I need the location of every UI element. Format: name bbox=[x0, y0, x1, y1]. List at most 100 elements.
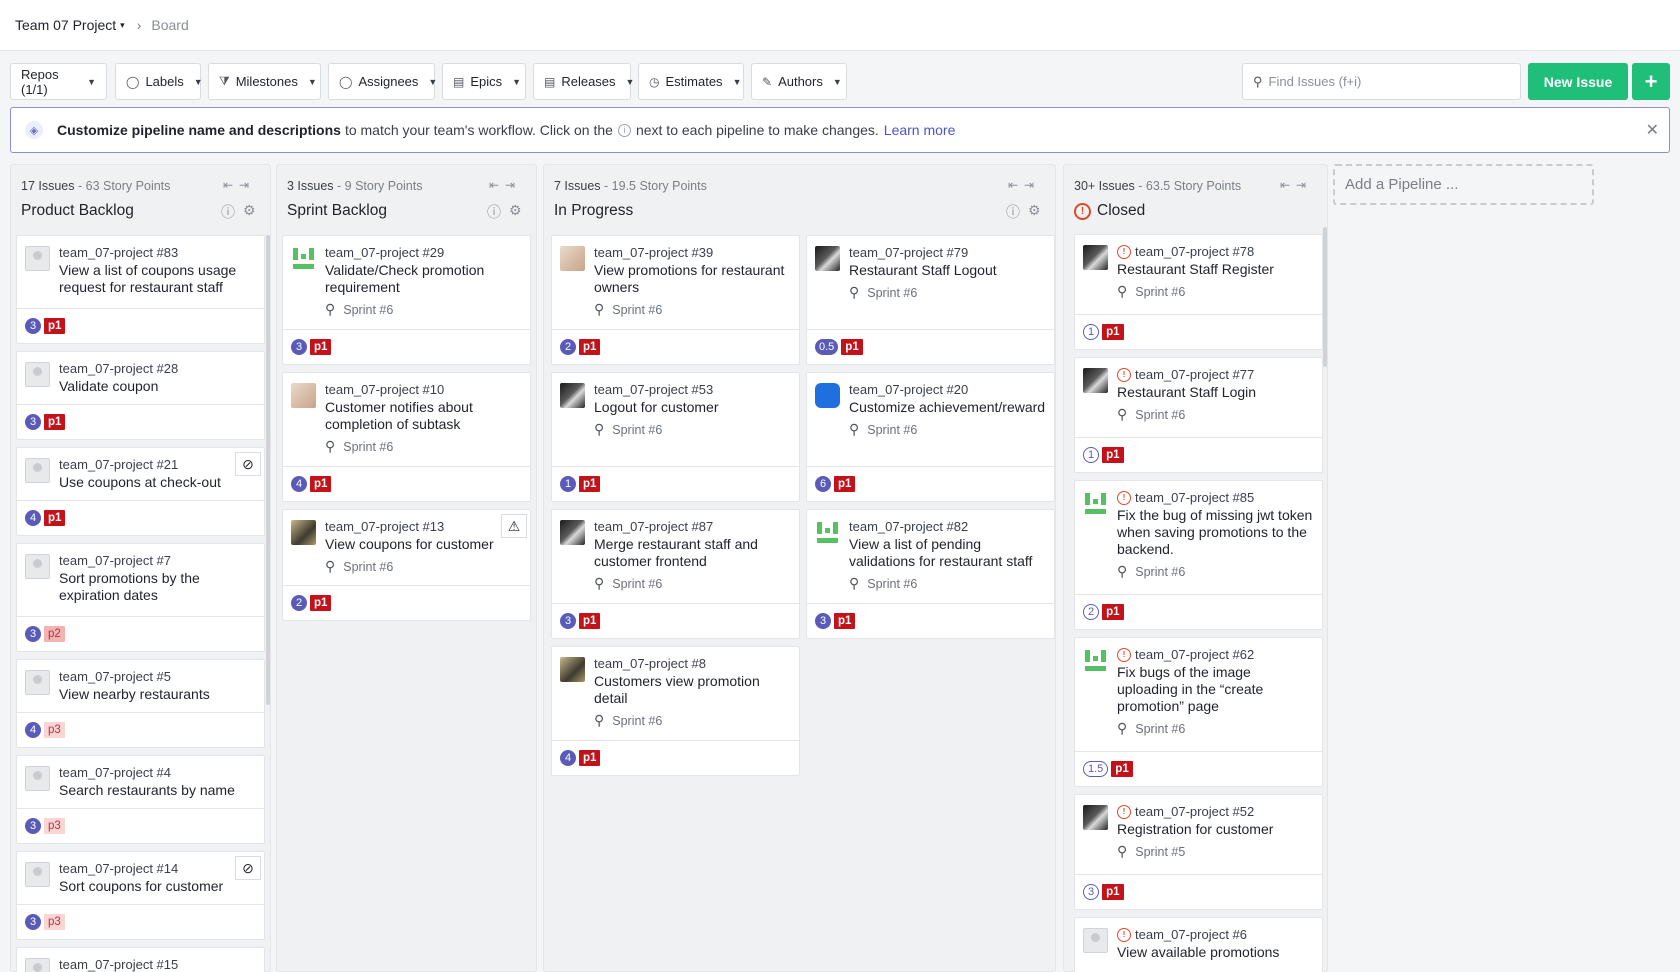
pipeline-settings: ⓘ ⚙ bbox=[221, 202, 256, 222]
issue-card[interactable]: team_07-project #83 View a list of coupo… bbox=[16, 235, 265, 344]
collapse-icons[interactable]: ⇤⇥ bbox=[223, 178, 255, 192]
avatar bbox=[1083, 245, 1108, 270]
filter-assignees[interactable]: ◯ Assignees ▼ bbox=[328, 63, 437, 100]
info-icon[interactable]: ⓘ bbox=[221, 202, 235, 222]
issue-card[interactable]: ! team_07-project #78 Restaurant Staff Re… bbox=[1074, 234, 1323, 350]
issue-ref: team_07-project #53 bbox=[594, 382, 714, 397]
issue-ref: team_07-project #21 bbox=[59, 457, 179, 472]
close-icon[interactable]: ✕ bbox=[1646, 120, 1659, 140]
issue-card[interactable]: team_07-project #20 Customize achievemen… bbox=[806, 372, 1055, 502]
issue-ref: team_07-project #5 bbox=[59, 669, 172, 684]
sprint-label: Sprint #6 bbox=[612, 422, 663, 437]
issue-card[interactable]: ! team_07-project #6 View available promo… bbox=[1074, 917, 1323, 972]
avatar bbox=[291, 246, 316, 271]
issue-card[interactable]: team_07-project #7 Sort promotions by th… bbox=[16, 543, 265, 652]
avatar bbox=[291, 520, 316, 545]
issue-title: View promotions for restaurant owners bbox=[594, 262, 785, 295]
filter-repos[interactable]: Repos (1/1) ▼ bbox=[10, 63, 107, 100]
new-issue-button[interactable]: New Issue bbox=[1528, 63, 1628, 100]
filter-epics[interactable]: ▤ Epics ▼ bbox=[442, 63, 526, 100]
avatar bbox=[1083, 491, 1108, 516]
collapse-icons[interactable]: ⇤⇥ bbox=[489, 178, 521, 192]
issue-card[interactable]: team_07-project #39 View promotions for … bbox=[551, 235, 800, 365]
add-pipeline-button[interactable]: Add a Pipeline ... bbox=[1333, 164, 1594, 205]
issue-card[interactable]: ⊘ team_07-project #21 Use coupons at che… bbox=[16, 447, 265, 536]
priority-label: p1 bbox=[1111, 761, 1133, 777]
issue-card[interactable]: team_07-project #53 Logout for customer … bbox=[551, 372, 800, 502]
closed-issue-icon: ! bbox=[1117, 245, 1131, 259]
scrollbar[interactable] bbox=[266, 235, 270, 705]
milestone-icon: ⚲ bbox=[1117, 283, 1128, 299]
sprint-label: Sprint #6 bbox=[867, 422, 918, 437]
pipeline-sprint-backlog: 3 Issues - 9 Story Points Sprint Backlog… bbox=[276, 164, 537, 972]
issue-card[interactable]: team_07-project #10 Customer notifies ab… bbox=[282, 372, 531, 502]
project-switcher[interactable]: Team 07 Project ▾ bbox=[15, 17, 125, 33]
search-input[interactable] bbox=[1268, 74, 1509, 89]
issue-card[interactable]: team_07-project #82 View a list of pendi… bbox=[806, 509, 1055, 639]
estimate-badge: 4 bbox=[25, 510, 41, 526]
issue-card[interactable]: team_07-project #87 Merge restaurant sta… bbox=[551, 509, 800, 639]
collapse-icons[interactable]: ⇤⇥ bbox=[1008, 178, 1040, 192]
issue-card[interactable]: ! team_07-project #85 Fix the bug of miss… bbox=[1074, 480, 1323, 630]
avatar bbox=[291, 383, 316, 408]
sprint-label: Sprint #6 bbox=[1135, 284, 1186, 299]
learn-more-link[interactable]: Learn more bbox=[884, 122, 956, 138]
issue-count: 7 Issues bbox=[554, 179, 601, 193]
issue-title: View a list of coupons usage request for… bbox=[59, 262, 237, 295]
estimate-badge: 4 bbox=[25, 722, 41, 738]
filter-releases[interactable]: ▤ Releases ▼ bbox=[533, 63, 634, 100]
issue-card[interactable]: team_07-project #8 Customers view promot… bbox=[551, 646, 800, 776]
filter-milestones[interactable]: ⧩ Milestones ▼ bbox=[208, 63, 321, 100]
estimate-badge: 0.5 bbox=[815, 339, 839, 355]
issue-card[interactable]: team_07-project #29 Validate/Check promo… bbox=[282, 235, 531, 365]
scrollbar[interactable] bbox=[1323, 227, 1327, 367]
issue-card[interactable]: ⊘ team_07-project #14 Sort coupons for c… bbox=[16, 851, 265, 940]
milestone-icon: ⚲ bbox=[594, 421, 605, 437]
avatar bbox=[25, 246, 50, 271]
estimate-badge: 3 bbox=[25, 818, 41, 834]
filter-estimates[interactable]: ◷ Estimates ▼ bbox=[638, 63, 744, 100]
priority-label: p1 bbox=[310, 476, 332, 492]
gear-icon[interactable]: ⚙ bbox=[509, 202, 522, 222]
issue-card[interactable]: ⚠ team_07-project #13 View coupons for c… bbox=[282, 509, 531, 621]
issue-title: Validate/Check promotion requirement bbox=[325, 262, 485, 295]
estimate-badge: 1.5 bbox=[1083, 761, 1109, 777]
filter-labels[interactable]: ◯ Labels ▼ bbox=[115, 63, 203, 100]
issue-card[interactable]: ! team_07-project #77 Restaurant Staff Lo… bbox=[1074, 357, 1323, 473]
issue-title: Sort promotions by the expiration dates bbox=[59, 570, 200, 603]
avatar bbox=[815, 383, 840, 408]
closed-issue-icon: ! bbox=[1117, 368, 1131, 382]
collapse-icons[interactable]: ⇤⇥ bbox=[1280, 178, 1312, 192]
issue-card[interactable]: team_07-project #5 View nearby restauran… bbox=[16, 659, 265, 748]
issue-card[interactable]: team_07-project #4 Search restaurants by… bbox=[16, 755, 265, 844]
issue-title: Customize achievement/reward bbox=[849, 399, 1046, 415]
priority-label: p1 bbox=[579, 339, 601, 355]
issue-card[interactable]: team_07-project #15 bbox=[16, 947, 265, 972]
priority-label: p1 bbox=[579, 613, 601, 629]
add-button[interactable]: + bbox=[1632, 63, 1670, 100]
avatar bbox=[1083, 648, 1108, 673]
priority-label: p1 bbox=[841, 339, 863, 355]
sprint-label: Sprint #6 bbox=[867, 285, 918, 300]
info-icon[interactable]: ⓘ bbox=[487, 202, 501, 222]
issue-title: Customer notifies about completion of su… bbox=[325, 399, 473, 432]
issue-ref: team_07-project #82 bbox=[849, 519, 969, 534]
issue-ref: team_07-project #62 bbox=[1135, 647, 1255, 662]
issue-card[interactable]: team_07-project #28 Validate coupon 3 p1 bbox=[16, 351, 265, 440]
issue-card[interactable]: ! team_07-project #52 Registration for cu… bbox=[1074, 794, 1323, 910]
issue-card[interactable]: ! team_07-project #62 Fix bugs of the ima… bbox=[1074, 637, 1323, 787]
milestone-icon: ⚲ bbox=[849, 575, 860, 591]
filter-authors[interactable]: ✎ Authors ▼ bbox=[751, 63, 847, 100]
milestone-icon: ⚲ bbox=[594, 575, 605, 591]
estimate-badge: 6 bbox=[815, 476, 831, 492]
issue-ref: team_07-project #14 bbox=[59, 861, 179, 876]
gear-icon[interactable]: ⚙ bbox=[243, 202, 256, 222]
pipeline-title: In Progress bbox=[554, 202, 634, 219]
issue-ref: team_07-project #29 bbox=[325, 245, 445, 260]
info-icon[interactable]: ⓘ bbox=[1006, 202, 1020, 222]
sprint-label: Sprint #6 bbox=[1135, 721, 1186, 736]
priority-label: p3 bbox=[44, 914, 65, 930]
gear-icon[interactable]: ⚙ bbox=[1028, 202, 1041, 222]
story-points: - 63 Story Points bbox=[74, 179, 171, 193]
issue-card[interactable]: team_07-project #79 Restaurant Staff Log… bbox=[806, 235, 1055, 365]
